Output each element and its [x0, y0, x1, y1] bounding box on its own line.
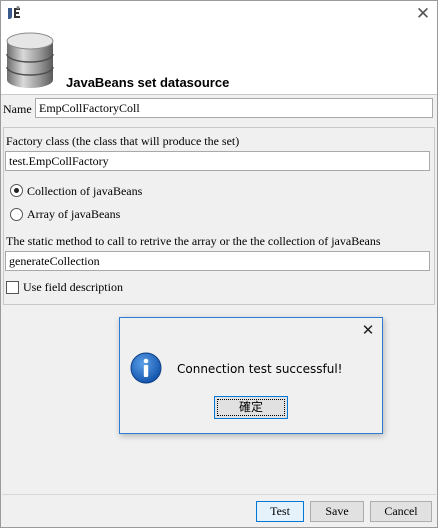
dialog-message: Connection test successful!: [177, 362, 343, 376]
array-radio[interactable]: [10, 208, 23, 221]
radio-selected-dot: [14, 188, 19, 193]
save-button[interactable]: Save: [310, 501, 364, 522]
name-field[interactable]: EmpCollFactoryColl: [35, 98, 433, 118]
ok-button[interactable]: 確定: [214, 396, 288, 419]
field-description-label[interactable]: Use field description: [23, 280, 123, 295]
ok-button-label: 確定: [217, 399, 285, 416]
datasource-window: ✕ JavaBeans set datasource Name EmpCollF…: [0, 0, 438, 528]
static-method-field[interactable]: generateCollection: [5, 251, 430, 271]
collection-radio-label[interactable]: Collection of javaBeans: [27, 184, 142, 199]
array-radio-label[interactable]: Array of javaBeans: [27, 207, 120, 222]
name-label: Name: [3, 102, 32, 116]
jasper-app-icon: [8, 6, 20, 19]
factory-class-label: Factory class (the class that will produ…: [6, 134, 240, 148]
collection-radio[interactable]: [10, 184, 23, 197]
window-close-button[interactable]: ✕: [411, 3, 435, 25]
page-title: JavaBeans set datasource: [66, 75, 230, 90]
field-description-checkbox[interactable]: [6, 281, 19, 294]
dialog-close-button[interactable]: ✕: [356, 319, 380, 341]
header-panel: ✕ JavaBeans set datasource: [1, 1, 437, 95]
footer-divider: [2, 494, 436, 495]
connection-test-dialog: ✕ Connection test successful! 確定: [119, 317, 383, 434]
static-method-label: The static method to call to retrive the…: [6, 234, 381, 248]
database-icon: [6, 32, 54, 88]
info-icon: [130, 352, 162, 384]
test-button[interactable]: Test: [256, 501, 304, 522]
cancel-button[interactable]: Cancel: [370, 501, 432, 522]
factory-class-field[interactable]: test.EmpCollFactory: [5, 151, 430, 171]
